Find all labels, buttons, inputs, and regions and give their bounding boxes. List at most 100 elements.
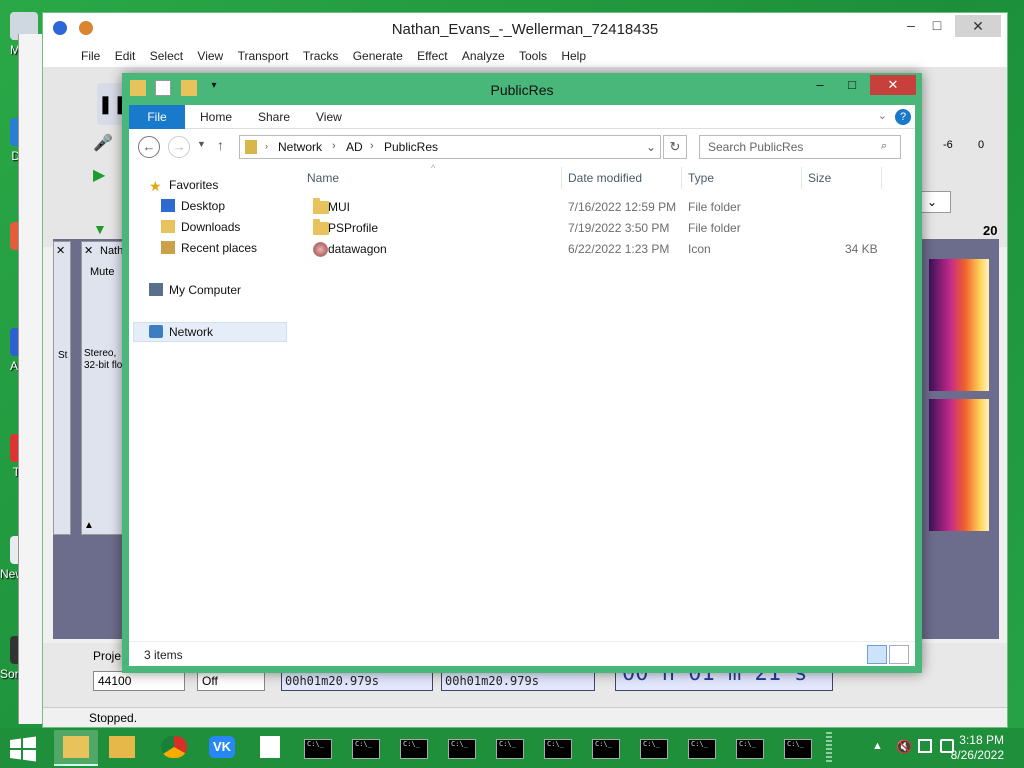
breadcrumb-publicres[interactable]: PublicRes bbox=[384, 140, 438, 154]
taskbar-scroll-handle[interactable] bbox=[826, 732, 832, 764]
snap-to-select[interactable]: Off bbox=[197, 671, 265, 691]
cmd-icon: C:\_ bbox=[784, 739, 812, 759]
menu-analyze[interactable]: Analyze bbox=[462, 45, 505, 67]
recent-locations-icon[interactable]: ▼ bbox=[197, 139, 206, 149]
taskbar: VK C:\_ C:\_ C:\_ C:\_ C:\_ C:\_ C:\_ C:… bbox=[0, 728, 1024, 768]
taskbar-vk[interactable]: VK bbox=[200, 730, 244, 766]
column-header-date-modified[interactable]: Date modified bbox=[568, 171, 642, 185]
nav-downloads[interactable]: Downloads bbox=[161, 217, 240, 237]
maximize-button[interactable]: □ bbox=[923, 17, 951, 35]
help-icon[interactable]: ? bbox=[895, 109, 911, 125]
volume-muted-icon[interactable]: 🔇 bbox=[896, 739, 912, 755]
address-bar[interactable]: › Network › AD › PublicRes ⌄ bbox=[239, 135, 661, 159]
collapse-track-icon[interactable]: ▲ bbox=[84, 520, 94, 531]
up-button[interactable]: ↑ bbox=[217, 137, 224, 153]
breadcrumb-network[interactable]: Network bbox=[278, 140, 322, 154]
back-button[interactable]: ← bbox=[138, 136, 160, 158]
network-tray-icon[interactable] bbox=[918, 739, 932, 753]
taskbar-cmd[interactable]: C:\_ bbox=[392, 730, 436, 766]
nav-my-computer[interactable]: My Computer bbox=[149, 280, 241, 300]
taskbar-cmd[interactable]: C:\_ bbox=[776, 730, 820, 766]
address-dropdown-icon[interactable]: ⌄ bbox=[646, 140, 656, 154]
expand-ribbon-icon[interactable]: ⌄ bbox=[878, 109, 887, 122]
list-item[interactable]: datawagon 6/22/2022 1:23 PM Icon 34 KB bbox=[301, 239, 915, 259]
menu-help[interactable]: Help bbox=[561, 45, 586, 67]
audacity-titlebar: Nathan_Evans_-_Wellerman_72418435 – □ ✕ bbox=[43, 13, 1007, 45]
menu-generate[interactable]: Generate bbox=[353, 45, 403, 67]
column-header-type[interactable]: Type bbox=[688, 171, 714, 185]
taskbar-cmd[interactable]: C:\_ bbox=[344, 730, 388, 766]
network-folder-icon bbox=[245, 140, 257, 154]
cmd-icon: C:\_ bbox=[400, 739, 428, 759]
file-name: datawagon bbox=[328, 242, 387, 256]
list-item[interactable]: PSProfile 7/19/2022 3:50 PM File folder bbox=[301, 218, 915, 238]
show-hidden-icons[interactable]: ▲ bbox=[872, 740, 883, 752]
taskbar-explorer-pinned[interactable] bbox=[54, 730, 98, 766]
taskbar-cmd[interactable]: C:\_ bbox=[536, 730, 580, 766]
tab-home[interactable]: Home bbox=[187, 105, 245, 129]
close-track-icon[interactable]: ✕ bbox=[56, 244, 65, 257]
large-icons-view-button[interactable] bbox=[889, 645, 909, 664]
minimize-button[interactable]: – bbox=[897, 17, 925, 35]
desktop-icon bbox=[161, 199, 175, 212]
column-header-name[interactable]: Name bbox=[307, 171, 339, 185]
project-rate-select[interactable]: 44100 bbox=[93, 671, 185, 691]
taskbar-document[interactable] bbox=[248, 730, 292, 766]
taskbar-cmd[interactable]: C:\_ bbox=[728, 730, 772, 766]
taskbar-cmd[interactable]: C:\_ bbox=[296, 730, 340, 766]
details-view-button[interactable] bbox=[867, 645, 887, 664]
menu-tracks[interactable]: Tracks bbox=[303, 45, 339, 67]
file-type: File folder bbox=[688, 200, 741, 214]
taskbar-cmd[interactable]: C:\_ bbox=[632, 730, 676, 766]
refresh-button[interactable]: ↻ bbox=[663, 135, 687, 159]
search-icon[interactable]: ⌕ bbox=[881, 140, 887, 153]
tab-share[interactable]: Share bbox=[245, 105, 303, 129]
chrome-icon bbox=[161, 736, 187, 758]
taskbar-cmd[interactable]: C:\_ bbox=[488, 730, 532, 766]
search-input[interactable]: Search PublicRes bbox=[699, 135, 901, 159]
cmd-icon: C:\_ bbox=[448, 739, 476, 759]
file-list: ^ Name Date modified Type Size MUI 7/16/… bbox=[301, 163, 915, 641]
explorer-titlebar: ▾ PublicRes – □ ✕ bbox=[122, 73, 922, 105]
menu-view[interactable]: View bbox=[197, 45, 223, 67]
track-name[interactable]: Nath bbox=[100, 245, 123, 257]
menu-transport[interactable]: Transport bbox=[238, 45, 289, 67]
file-name: MUI bbox=[328, 200, 350, 214]
close-track-icon[interactable]: ✕ bbox=[84, 244, 93, 257]
selection-end-time[interactable]: 00h01m20.979s bbox=[441, 671, 595, 691]
nav-desktop[interactable]: Desktop bbox=[161, 196, 225, 216]
nav-network[interactable]: Network bbox=[149, 322, 213, 342]
taskbar-cmd[interactable]: C:\_ bbox=[584, 730, 628, 766]
cmd-icon: C:\_ bbox=[544, 739, 572, 759]
taskbar-chrome[interactable] bbox=[152, 730, 196, 766]
cmd-icon: C:\_ bbox=[496, 739, 524, 759]
play-icon[interactable]: ▶ bbox=[93, 165, 113, 185]
menu-tools[interactable]: Tools bbox=[519, 45, 547, 67]
selection-start-time[interactable]: 00h01m20.979s bbox=[281, 671, 433, 691]
taskbar-explorer[interactable] bbox=[100, 730, 144, 766]
tab-file[interactable]: File bbox=[129, 105, 185, 129]
taskbar-cmd[interactable]: C:\_ bbox=[680, 730, 724, 766]
nav-recent-places[interactable]: Recent places bbox=[161, 238, 257, 258]
play-at-speed-icon[interactable]: ▼ bbox=[93, 221, 113, 241]
maximize-button[interactable]: □ bbox=[838, 75, 866, 95]
chevron-right-icon: › bbox=[370, 140, 374, 152]
minimize-button[interactable]: – bbox=[806, 75, 834, 95]
spectrogram-left-channel bbox=[929, 259, 989, 391]
menu-effect[interactable]: Effect bbox=[417, 45, 447, 67]
nav-favorites[interactable]: ★ Favorites bbox=[149, 175, 218, 195]
close-button[interactable]: ✕ bbox=[870, 75, 916, 95]
menu-edit[interactable]: Edit bbox=[115, 45, 136, 67]
breadcrumb-ad[interactable]: AD bbox=[346, 140, 363, 154]
windows-start-icon[interactable] bbox=[8, 736, 38, 762]
tab-view[interactable]: View bbox=[303, 105, 355, 129]
column-header-size[interactable]: Size bbox=[808, 171, 831, 185]
forward-button[interactable]: → bbox=[168, 136, 190, 158]
menu-file[interactable]: File bbox=[81, 45, 100, 67]
taskbar-cmd[interactable]: C:\_ bbox=[440, 730, 484, 766]
list-item[interactable]: MUI 7/16/2022 12:59 PM File folder bbox=[301, 197, 915, 217]
close-button[interactable]: ✕ bbox=[955, 15, 1001, 37]
clock[interactable]: 3:18 PM 8/26/2022 bbox=[951, 733, 1004, 763]
menu-select[interactable]: Select bbox=[150, 45, 183, 67]
mute-button[interactable]: Mute bbox=[90, 266, 114, 278]
